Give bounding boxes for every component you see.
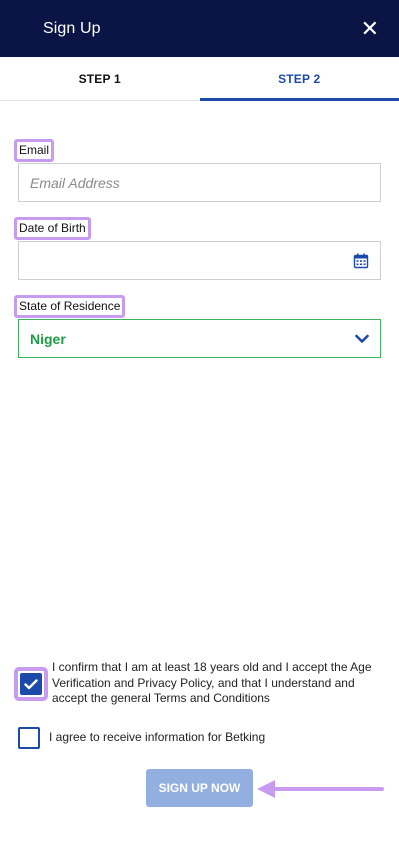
state-label: State of Residence — [14, 295, 126, 318]
tab-step-2[interactable]: STEP 2 — [199, 57, 399, 101]
state-select[interactable]: Niger — [18, 319, 381, 358]
email-input[interactable] — [30, 174, 369, 191]
step-tabs: STEP 1 STEP 2 — [0, 57, 399, 101]
marketing-consent: I agree to receive information for Betki… — [18, 727, 389, 749]
chevron-down-icon — [355, 334, 369, 343]
close-icon[interactable]: ✕ — [361, 17, 379, 40]
tab-step-1[interactable]: STEP 1 — [0, 57, 200, 100]
sign-up-now-button[interactable]: SIGN UP NOW — [146, 769, 253, 807]
dob-field[interactable] — [18, 241, 381, 280]
arrow-icon — [257, 780, 384, 798]
email-field[interactable] — [18, 163, 381, 202]
age-consent-checkbox-highlight — [14, 667, 48, 701]
dob-label: Date of Birth — [14, 217, 91, 240]
page-title: Sign Up — [43, 19, 101, 37]
checkmark-icon — [24, 678, 38, 689]
age-consent-text: I confirm that I am at least 18 years ol… — [52, 660, 372, 706]
state-value: Niger — [30, 330, 66, 347]
marketing-consent-checkbox[interactable] — [18, 727, 40, 749]
header: Sign Up ✕ — [0, 0, 399, 57]
marketing-consent-text: I agree to receive information for Betki… — [49, 730, 266, 745]
email-label: Email — [14, 139, 55, 162]
calendar-icon[interactable] — [353, 253, 369, 269]
age-consent: I confirm that I am at least 18 years ol… — [14, 660, 385, 707]
age-consent-checkbox[interactable] — [20, 673, 42, 695]
